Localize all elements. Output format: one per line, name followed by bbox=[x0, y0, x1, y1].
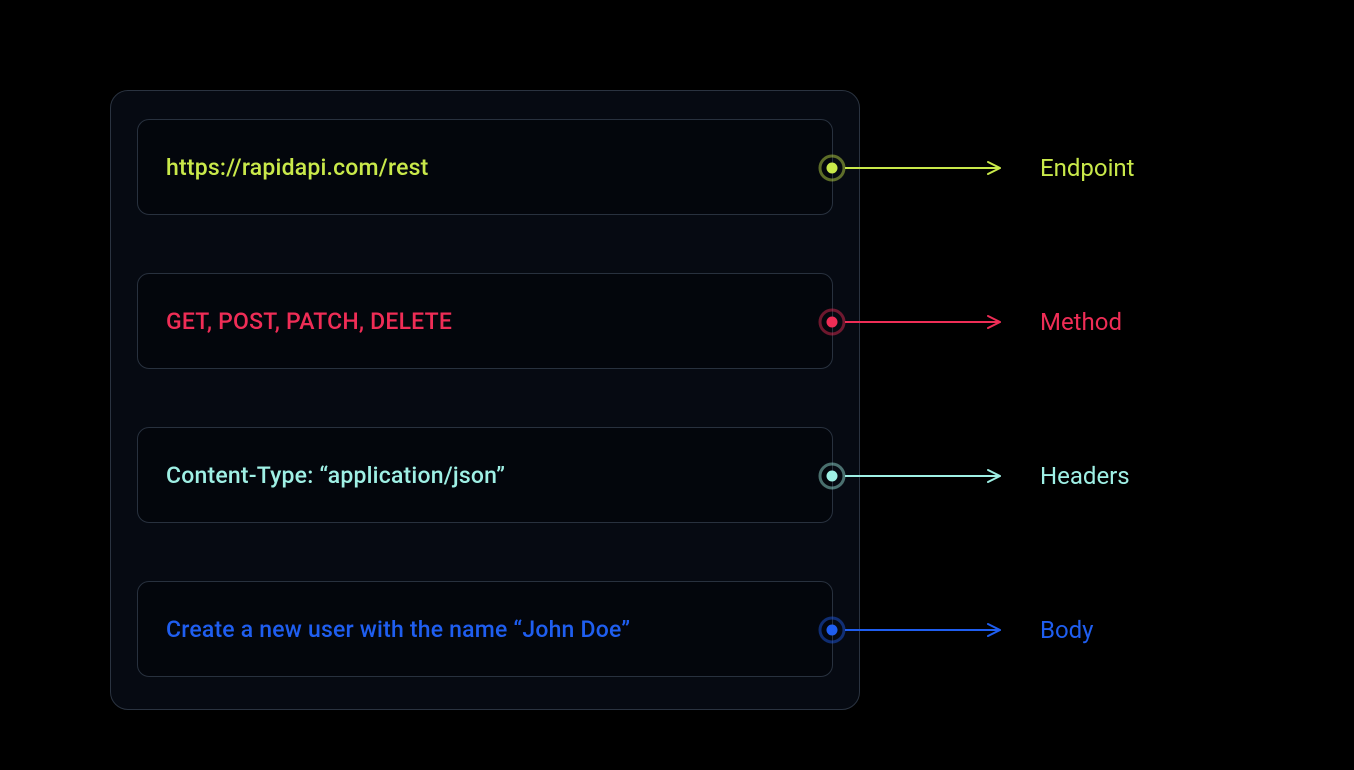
diagram-stage: https://rapidapi.com/rest GET, POST, PAT… bbox=[0, 0, 1354, 770]
endpoint-text: https://rapidapi.com/rest bbox=[166, 154, 429, 181]
row-headers: Content-Type: “application/json” bbox=[137, 427, 833, 523]
request-panel: https://rapidapi.com/rest GET, POST, PAT… bbox=[110, 90, 860, 710]
row-method: GET, POST, PATCH, DELETE bbox=[137, 273, 833, 369]
body-text: Create a new user with the name “John Do… bbox=[166, 616, 630, 643]
row-endpoint: https://rapidapi.com/rest bbox=[137, 119, 833, 215]
label-endpoint: Endpoint bbox=[1040, 154, 1135, 182]
label-method: Method bbox=[1040, 308, 1122, 336]
label-body: Body bbox=[1040, 616, 1094, 644]
label-headers: Headers bbox=[1040, 462, 1130, 490]
headers-text: Content-Type: “application/json” bbox=[166, 462, 505, 489]
row-body: Create a new user with the name “John Do… bbox=[137, 581, 833, 677]
method-text: GET, POST, PATCH, DELETE bbox=[166, 308, 452, 335]
